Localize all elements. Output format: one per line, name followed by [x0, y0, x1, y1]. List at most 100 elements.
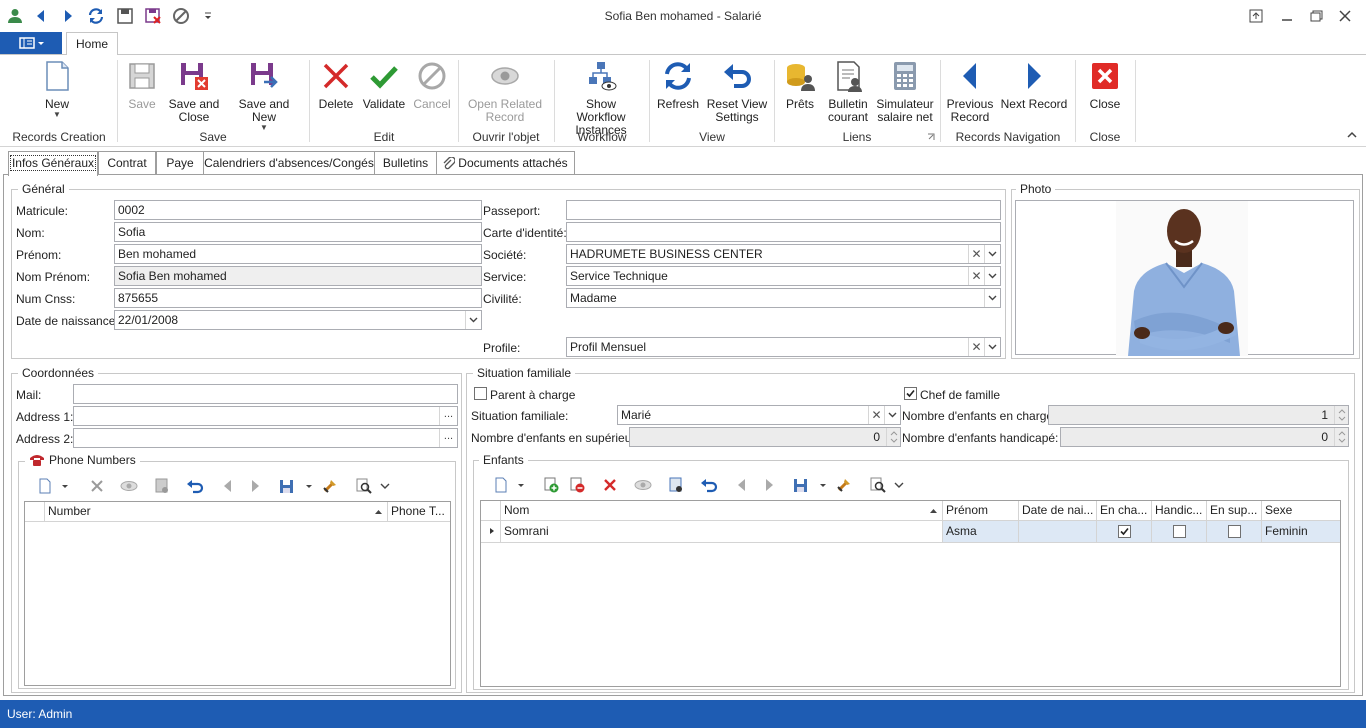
previous-icon[interactable]: [219, 477, 237, 495]
column-header-prenom[interactable]: Prénom: [943, 501, 1019, 521]
search-dropdown-icon[interactable]: [894, 476, 904, 494]
chevron-down-icon[interactable]: [465, 311, 481, 329]
table-row[interactable]: Somrani Asma Feminin: [481, 521, 1340, 543]
close-button[interactable]: Close: [1086, 60, 1124, 111]
eye-icon[interactable]: [634, 476, 652, 494]
save-and-new-button[interactable]: Save and New ▼: [228, 60, 300, 132]
delete-button[interactable]: Delete: [315, 60, 357, 111]
tab-paye[interactable]: Paye: [156, 151, 204, 175]
previous-icon[interactable]: [733, 476, 751, 494]
column-header-nom[interactable]: Nom: [501, 501, 943, 521]
reset-view-settings-button[interactable]: Reset View Settings: [706, 60, 768, 124]
mail-field[interactable]: [73, 384, 458, 404]
photo-box[interactable]: [1015, 200, 1354, 356]
application-menu-button[interactable]: [0, 32, 62, 54]
societe-field[interactable]: HADRUMETE BUSINESS CENTER ✕: [566, 244, 1001, 264]
view-record-icon[interactable]: [153, 477, 171, 495]
delete-icon[interactable]: [601, 476, 619, 494]
undo-icon[interactable]: [700, 476, 718, 494]
ellipsis-button[interactable]: ...: [439, 407, 457, 425]
en-charge-checkbox[interactable]: [1118, 525, 1131, 538]
situation-familiale-field[interactable]: Marié ✕: [617, 405, 901, 425]
show-workflow-instances-button[interactable]: Show Workflow Instances: [560, 60, 642, 137]
chevron-down-icon[interactable]: [984, 245, 1000, 263]
parent-a-charge-checkbox[interactable]: [474, 387, 487, 400]
column-header-sexe[interactable]: Sexe: [1262, 501, 1340, 521]
next-icon[interactable]: [246, 477, 264, 495]
next-icon[interactable]: [760, 476, 778, 494]
export-dropdown-icon[interactable]: [819, 476, 827, 494]
phone-numbers-grid[interactable]: Number Phone T...: [24, 501, 451, 686]
delete-icon[interactable]: [88, 477, 106, 495]
simulateur-salaire-net-button[interactable]: Simulateur salaire net: [876, 60, 934, 124]
save-and-close-button[interactable]: Save and Close: [168, 60, 220, 124]
bulletin-courant-button[interactable]: Bulletin courant: [826, 60, 870, 124]
date-naissance-field[interactable]: 22/01/2008: [114, 310, 482, 330]
new-dropdown-icon[interactable]: [517, 476, 525, 494]
chevron-down-icon[interactable]: [984, 338, 1000, 356]
refresh-button[interactable]: Refresh: [655, 60, 701, 111]
new-icon[interactable]: [36, 477, 54, 495]
column-header-handicape[interactable]: Handic...: [1152, 501, 1207, 521]
new-dropdown-icon[interactable]: ▼: [28, 111, 86, 119]
service-field[interactable]: Service Technique ✕: [566, 266, 1001, 286]
tools-icon[interactable]: [835, 476, 853, 494]
carte-identite-field[interactable]: [566, 222, 1001, 242]
cell-handicape[interactable]: [1152, 521, 1207, 542]
tab-contrat[interactable]: Contrat: [98, 151, 156, 175]
restore-ribbon-icon[interactable]: [1246, 7, 1266, 25]
address2-field[interactable]: ...: [73, 428, 458, 448]
matricule-field[interactable]: 0002: [114, 200, 482, 220]
search-dropdown-icon[interactable]: [380, 477, 390, 495]
clear-x-icon[interactable]: ✕: [868, 406, 884, 424]
close-window-icon[interactable]: [1335, 7, 1355, 25]
address1-field[interactable]: ...: [73, 406, 458, 426]
tab-calendriers[interactable]: Calendriers d'absences/Congés: [203, 151, 375, 175]
chef-de-famille-checkbox[interactable]: [904, 387, 917, 400]
cell-prenom[interactable]: Asma: [943, 521, 1019, 542]
prets-button[interactable]: Prêts: [780, 60, 820, 111]
search-icon[interactable]: [355, 477, 373, 495]
enfants-grid[interactable]: Nom Prénom Date de nai... En cha... Hand…: [480, 500, 1341, 687]
chevron-down-icon[interactable]: [984, 267, 1000, 285]
column-header-en-sup[interactable]: En sup...: [1207, 501, 1262, 521]
ellipsis-button[interactable]: ...: [439, 429, 457, 447]
tab-home[interactable]: Home: [66, 32, 118, 55]
spinner-icon[interactable]: [886, 428, 900, 446]
save-button[interactable]: Save: [120, 60, 164, 111]
next-record-button[interactable]: Next Record: [1000, 60, 1068, 111]
link-add-icon[interactable]: [542, 476, 560, 494]
spinner-icon[interactable]: [1334, 406, 1348, 424]
civilite-field[interactable]: Madame: [566, 288, 1001, 308]
column-header-phone-type[interactable]: Phone T...: [388, 502, 450, 522]
new-icon[interactable]: [492, 476, 510, 494]
search-icon[interactable]: [869, 476, 887, 494]
nom-field[interactable]: Sofia: [114, 222, 482, 242]
clear-x-icon[interactable]: ✕: [968, 338, 984, 356]
cell-date-naissance[interactable]: [1019, 521, 1097, 542]
cancel-button[interactable]: Cancel: [410, 60, 454, 111]
eye-icon[interactable]: [120, 477, 138, 495]
tools-icon[interactable]: [321, 477, 339, 495]
tab-infos-generaux[interactable]: Infos Généraux: [8, 151, 98, 176]
cell-en-sup[interactable]: [1207, 521, 1262, 542]
previous-record-button[interactable]: Previous Record: [946, 60, 994, 124]
new-button[interactable]: New ▼: [28, 60, 86, 119]
cell-en-charge[interactable]: [1097, 521, 1152, 542]
prenom-field[interactable]: Ben mohamed: [114, 244, 482, 264]
spinner-icon[interactable]: [1334, 428, 1348, 446]
export-save-icon[interactable]: [792, 476, 810, 494]
new-dropdown-icon[interactable]: [61, 477, 69, 495]
view-record-icon[interactable]: [667, 476, 685, 494]
en-sup-checkbox[interactable]: [1228, 525, 1241, 538]
minimize-icon[interactable]: [1277, 7, 1297, 25]
column-header-en-charge[interactable]: En cha...: [1097, 501, 1152, 521]
profile-field[interactable]: Profil Mensuel ✕: [566, 337, 1001, 357]
tab-bulletins[interactable]: Bulletins: [374, 151, 437, 175]
clear-x-icon[interactable]: ✕: [968, 267, 984, 285]
clear-x-icon[interactable]: ✕: [968, 245, 984, 263]
num-cnss-field[interactable]: 875655: [114, 288, 482, 308]
chevron-down-icon[interactable]: [984, 289, 1000, 307]
chevron-down-icon[interactable]: [884, 406, 900, 424]
cell-nom[interactable]: Somrani: [501, 521, 943, 542]
